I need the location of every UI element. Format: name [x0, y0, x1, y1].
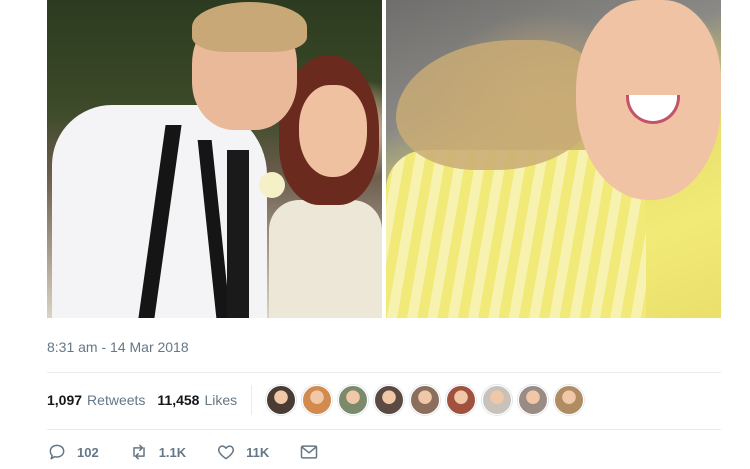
retweet-button[interactable]: 1.1K — [129, 442, 186, 462]
divider — [47, 429, 721, 430]
liker-avatar[interactable] — [446, 385, 477, 415]
tweet-media — [47, 0, 721, 318]
liker-avatar[interactable] — [518, 385, 549, 415]
man-hair — [192, 2, 307, 52]
liker-avatar[interactable] — [554, 385, 585, 415]
selfie-photo[interactable] — [386, 0, 721, 318]
liker-avatar[interactable] — [410, 385, 441, 415]
message-button[interactable] — [299, 442, 329, 462]
divider — [47, 372, 721, 373]
liker-avatars — [266, 385, 590, 415]
couple-photo[interactable] — [47, 0, 382, 318]
retweets-count: 1,097 — [47, 392, 83, 408]
liker-avatar[interactable] — [266, 385, 297, 415]
woman-dress — [269, 200, 382, 318]
reply-count: 102 — [77, 444, 99, 460]
liker-avatar[interactable] — [302, 385, 333, 415]
liker-avatar[interactable] — [374, 385, 405, 415]
tie — [227, 150, 249, 318]
heart-icon — [218, 445, 235, 460]
liker-avatar[interactable] — [482, 385, 513, 415]
boutonniere — [259, 172, 285, 198]
envelope-icon — [301, 445, 318, 459]
tweet-stats: 1,097 Retweets 11,458 Likes — [47, 380, 590, 420]
retweets-stat[interactable]: 1,097 Retweets — [47, 392, 145, 408]
tweet-timestamp[interactable]: 8:31 am - 14 Mar 2018 — [47, 339, 189, 355]
tweet-actions: 102 1.1K 11K — [47, 438, 359, 466]
retweets-label: Retweets — [87, 392, 146, 408]
likes-label: Likes — [204, 392, 238, 408]
likes-count: 11,458 — [157, 392, 200, 408]
woman-face — [299, 85, 367, 177]
stats-separator — [251, 385, 253, 415]
retweet-count: 1.1K — [158, 444, 187, 460]
likes-stat[interactable]: 11,458 Likes — [157, 392, 237, 408]
reply-button[interactable]: 102 — [47, 442, 99, 462]
reply-icon — [49, 444, 65, 460]
liker-avatar[interactable] — [338, 385, 369, 415]
girl-hair — [396, 40, 596, 170]
retweet-icon — [132, 444, 145, 460]
like-button[interactable]: 11K — [216, 442, 269, 462]
like-count: 11K — [246, 444, 270, 460]
